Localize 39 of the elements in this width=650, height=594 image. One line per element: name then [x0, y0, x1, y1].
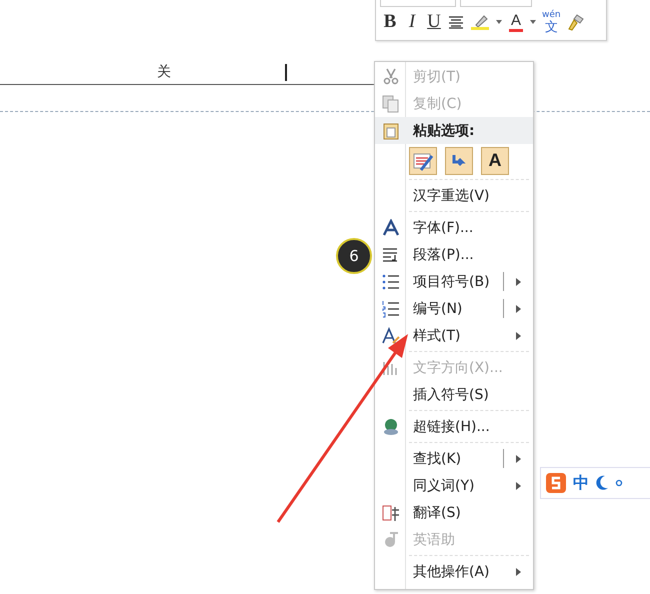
moon-icon: [595, 475, 609, 491]
menu-item[interactable]: 翻译(S): [413, 504, 461, 522]
letter-a-icon: [382, 218, 400, 236]
underline-button[interactable]: U: [424, 10, 444, 34]
paste-options-heading: 粘贴选项:: [413, 122, 475, 140]
input-mode-toggle[interactable]: 中: [573, 472, 589, 494]
menu-item[interactable]: 超链接(H)...: [413, 418, 490, 436]
menu-item[interactable]: 样式(T): [413, 326, 460, 344]
scissors-icon: [382, 68, 400, 86]
clipboard-icon: [382, 122, 400, 140]
copy-icon: [382, 94, 400, 112]
menu-item[interactable]: 同义词(Y): [413, 476, 474, 494]
styles-icon: [382, 326, 400, 344]
input-method-logo-icon: [545, 472, 567, 494]
menu-item[interactable]: 项目符号(B): [413, 272, 490, 290]
menu-item[interactable]: 其他操作(A): [413, 562, 490, 580]
menu-item[interactable]: 汉字重选(V): [413, 186, 490, 204]
highlighter-icon: [470, 13, 490, 31]
step-number-badge: 6: [336, 238, 372, 274]
menu-item[interactable]: 编号(N): [413, 300, 462, 318]
keep-text-only-button[interactable]: A: [481, 146, 509, 174]
numbered-list-icon: [382, 300, 400, 318]
degree-icon: [615, 479, 623, 487]
brush-icon: [566, 13, 585, 31]
menu-item[interactable]: 字体(F)...: [413, 218, 474, 236]
merge-formatting-button[interactable]: [445, 146, 473, 174]
align-icon: [448, 15, 464, 29]
paragraph-icon: [382, 246, 400, 264]
bold-button[interactable]: B: [380, 10, 400, 34]
menu-item[interactable]: 段落(P)...: [413, 246, 474, 264]
italic-button[interactable]: I: [402, 10, 422, 34]
font-color-button[interactable]: A: [506, 10, 526, 34]
keep-formatting-button[interactable]: [409, 146, 437, 174]
bullet-list-icon: [382, 272, 400, 290]
text-cursor: [285, 64, 287, 80]
document-text: 关: [157, 63, 171, 81]
menu-item[interactable]: 查找(K): [413, 450, 462, 468]
phonetic-guide-button[interactable]: wén 文: [540, 10, 563, 34]
menu-item[interactable]: 插入符号(S): [413, 386, 489, 404]
